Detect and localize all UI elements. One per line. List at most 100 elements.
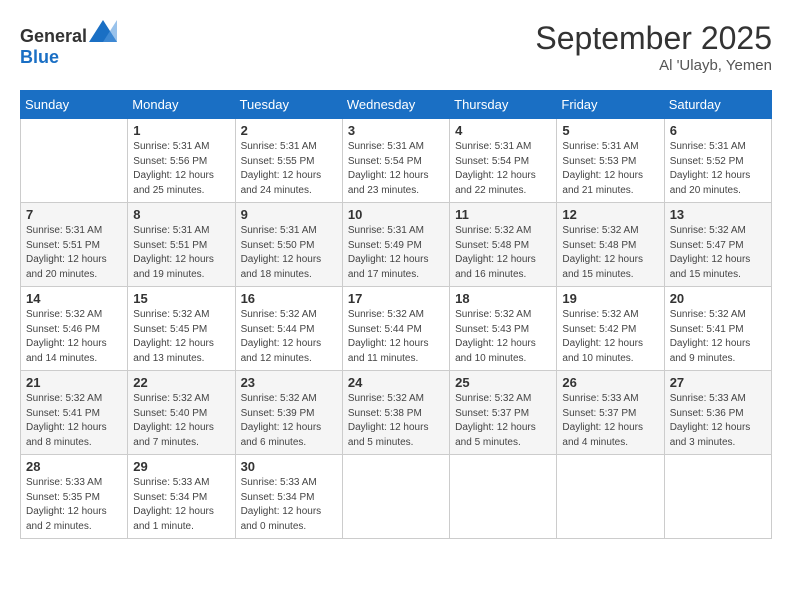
day-number: 2 — [241, 123, 337, 138]
weekday-saturday: Saturday — [664, 91, 771, 119]
day-info: Sunrise: 5:32 AM Sunset: 5:41 PM Dayligh… — [670, 308, 766, 366]
day-number: 3 — [348, 123, 444, 138]
day-info: Sunrise: 5:32 AM Sunset: 5:40 PM Dayligh… — [133, 392, 229, 450]
day-number: 15 — [133, 291, 229, 306]
calendar-cell: 16 Sunrise: 5:32 AM Sunset: 5:44 PM Dayli… — [235, 287, 342, 371]
day-number: 27 — [670, 375, 766, 390]
day-number: 16 — [241, 291, 337, 306]
calendar-cell: 20Sunrise: 5:32 AM Sunset: 5:41 PM Dayli… — [664, 287, 771, 371]
day-info: Sunrise: 5:33 AM Sunset: 5:37 PM Dayligh… — [562, 392, 658, 450]
calendar-cell: 6 Sunrise: 5:31 AM Sunset: 5:52 PM Daylig… — [664, 119, 771, 203]
day-number: 11 — [455, 207, 551, 222]
calendar-cell: 21 Sunrise: 5:32 AM Sunset: 5:41 PM Dayli… — [21, 371, 128, 455]
day-number: 4 — [455, 123, 551, 138]
day-number: 22 — [133, 375, 229, 390]
day-number: 5 — [562, 123, 658, 138]
day-info: Sunrise: 5:31 AM Sunset: 5:54 PM Dayligh… — [348, 140, 444, 198]
logo-text: General Blue — [20, 20, 117, 68]
calendar-cell: 1Sunrise: 5:31 AM Sunset: 5:56 PM Daylig… — [128, 119, 235, 203]
day-number: 1 — [133, 123, 229, 138]
day-info: Sunrise: 5:32 AM Sunset: 5:45 PM Dayligh… — [133, 308, 229, 366]
day-info: Sunrise: 5:32 AM Sunset: 5:39 PM Dayligh… — [241, 392, 337, 450]
day-number: 19 — [562, 291, 658, 306]
weekday-wednesday: Wednesday — [342, 91, 449, 119]
day-number: 25 — [455, 375, 551, 390]
weekday-header-row: SundayMondayTuesdayWednesdayThursdayFrid… — [21, 91, 772, 119]
day-info: Sunrise: 5:31 AM Sunset: 5:53 PM Dayligh… — [562, 140, 658, 198]
calendar-cell: 25Sunrise: 5:32 AM Sunset: 5:37 PM Dayli… — [450, 371, 557, 455]
calendar-cell — [450, 455, 557, 539]
calendar-cell — [342, 455, 449, 539]
day-number: 10 — [348, 207, 444, 222]
calendar-cell: 12 Sunrise: 5:32 AM Sunset: 5:48 PM Dayli… — [557, 203, 664, 287]
day-info: Sunrise: 5:31 AM Sunset: 5:50 PM Dayligh… — [241, 224, 337, 282]
day-number: 6 — [670, 123, 766, 138]
calendar-cell: 19 Sunrise: 5:32 AM Sunset: 5:42 PM Dayli… — [557, 287, 664, 371]
calendar-cell: 28Sunrise: 5:33 AM Sunset: 5:35 PM Dayli… — [21, 455, 128, 539]
day-info: Sunrise: 5:31 AM Sunset: 5:51 PM Dayligh… — [26, 224, 122, 282]
month-title: September 2025 — [535, 20, 772, 57]
day-info: Sunrise: 5:32 AM Sunset: 5:41 PM Dayligh… — [26, 392, 122, 450]
day-number: 18 — [455, 291, 551, 306]
calendar-cell: 18 Sunrise: 5:32 AM Sunset: 5:43 PM Dayli… — [450, 287, 557, 371]
day-number: 30 — [241, 459, 337, 474]
calendar-week-1: 1Sunrise: 5:31 AM Sunset: 5:56 PM Daylig… — [21, 119, 772, 203]
calendar-cell: 30 Sunrise: 5:33 AM Sunset: 5:34 PM Dayli… — [235, 455, 342, 539]
calendar-cell: 15 Sunrise: 5:32 AM Sunset: 5:45 PM Dayli… — [128, 287, 235, 371]
day-info: Sunrise: 5:32 AM Sunset: 5:38 PM Dayligh… — [348, 392, 444, 450]
day-info: Sunrise: 5:32 AM Sunset: 5:44 PM Dayligh… — [241, 308, 337, 366]
day-info: Sunrise: 5:33 AM Sunset: 5:34 PM Dayligh… — [241, 476, 337, 534]
calendar-cell: 4 Sunrise: 5:31 AM Sunset: 5:54 PM Daylig… — [450, 119, 557, 203]
day-info: Sunrise: 5:32 AM Sunset: 5:44 PM Dayligh… — [348, 308, 444, 366]
calendar-table: SundayMondayTuesdayWednesdayThursdayFrid… — [20, 90, 772, 539]
calendar-cell: 5 Sunrise: 5:31 AM Sunset: 5:53 PM Daylig… — [557, 119, 664, 203]
day-number: 26 — [562, 375, 658, 390]
calendar-cell — [557, 455, 664, 539]
calendar-cell: 7 Sunrise: 5:31 AM Sunset: 5:51 PM Daylig… — [21, 203, 128, 287]
day-info: Sunrise: 5:32 AM Sunset: 5:43 PM Dayligh… — [455, 308, 551, 366]
calendar-cell: 2Sunrise: 5:31 AM Sunset: 5:55 PM Daylig… — [235, 119, 342, 203]
calendar-body: 1Sunrise: 5:31 AM Sunset: 5:56 PM Daylig… — [21, 119, 772, 539]
day-info: Sunrise: 5:31 AM Sunset: 5:49 PM Dayligh… — [348, 224, 444, 282]
day-info: Sunrise: 5:32 AM Sunset: 5:47 PM Dayligh… — [670, 224, 766, 282]
day-number: 12 — [562, 207, 658, 222]
logo: General Blue — [20, 20, 117, 68]
day-info: Sunrise: 5:33 AM Sunset: 5:35 PM Dayligh… — [26, 476, 122, 534]
calendar-cell — [664, 455, 771, 539]
logo-icon — [89, 20, 117, 42]
calendar-cell: 9Sunrise: 5:31 AM Sunset: 5:50 PM Daylig… — [235, 203, 342, 287]
weekday-monday: Monday — [128, 91, 235, 119]
weekday-tuesday: Tuesday — [235, 91, 342, 119]
calendar-cell: 10 Sunrise: 5:31 AM Sunset: 5:49 PM Dayli… — [342, 203, 449, 287]
weekday-thursday: Thursday — [450, 91, 557, 119]
location-label: Al 'Ulayb, Yemen — [535, 57, 772, 74]
day-info: Sunrise: 5:32 AM Sunset: 5:42 PM Dayligh… — [562, 308, 658, 366]
day-info: Sunrise: 5:33 AM Sunset: 5:36 PM Dayligh… — [670, 392, 766, 450]
calendar-cell: 24 Sunrise: 5:32 AM Sunset: 5:38 PM Dayli… — [342, 371, 449, 455]
calendar-cell: 8Sunrise: 5:31 AM Sunset: 5:51 PM Daylig… — [128, 203, 235, 287]
calendar-cell: 13 Sunrise: 5:32 AM Sunset: 5:47 PM Dayli… — [664, 203, 771, 287]
day-number: 14 — [26, 291, 122, 306]
day-number: 7 — [26, 207, 122, 222]
calendar-cell: 17Sunrise: 5:32 AM Sunset: 5:44 PM Dayli… — [342, 287, 449, 371]
day-number: 23 — [241, 375, 337, 390]
day-number: 24 — [348, 375, 444, 390]
day-info: Sunrise: 5:32 AM Sunset: 5:48 PM Dayligh… — [455, 224, 551, 282]
logo-blue: Blue — [20, 47, 59, 67]
calendar-week-5: 28Sunrise: 5:33 AM Sunset: 5:35 PM Dayli… — [21, 455, 772, 539]
day-info: Sunrise: 5:31 AM Sunset: 5:54 PM Dayligh… — [455, 140, 551, 198]
calendar-cell — [21, 119, 128, 203]
title-block: September 2025 Al 'Ulayb, Yemen — [535, 20, 772, 74]
day-info: Sunrise: 5:31 AM Sunset: 5:51 PM Dayligh… — [133, 224, 229, 282]
weekday-sunday: Sunday — [21, 91, 128, 119]
day-info: Sunrise: 5:33 AM Sunset: 5:34 PM Dayligh… — [133, 476, 229, 534]
calendar-cell: 29Sunrise: 5:33 AM Sunset: 5:34 PM Dayli… — [128, 455, 235, 539]
calendar-cell: 26 Sunrise: 5:33 AM Sunset: 5:37 PM Dayli… — [557, 371, 664, 455]
day-number: 13 — [670, 207, 766, 222]
day-info: Sunrise: 5:31 AM Sunset: 5:52 PM Dayligh… — [670, 140, 766, 198]
page-header: General Blue September 2025 Al 'Ulayb, Y… — [20, 20, 772, 74]
logo-general: General — [20, 26, 87, 46]
day-info: Sunrise: 5:32 AM Sunset: 5:48 PM Dayligh… — [562, 224, 658, 282]
calendar-cell: 27 Sunrise: 5:33 AM Sunset: 5:36 PM Dayli… — [664, 371, 771, 455]
day-number: 21 — [26, 375, 122, 390]
